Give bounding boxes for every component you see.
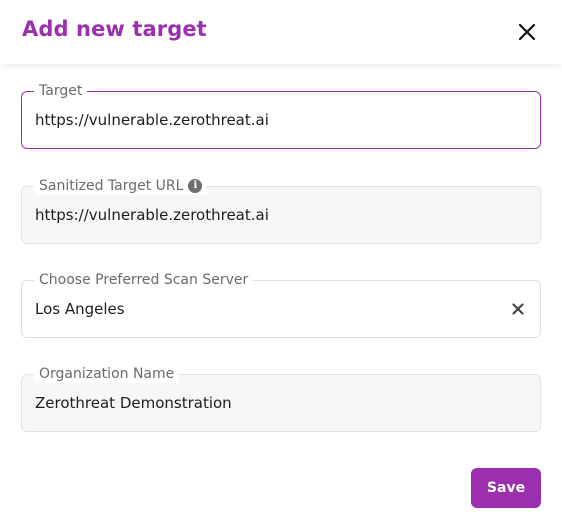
dialog-title: Add new target <box>22 17 207 41</box>
target-input[interactable]: https://vulnerable.zerothreat.ai <box>35 111 269 129</box>
clear-server-button[interactable] <box>510 301 526 317</box>
sanitized-url-field: Sanitized Target URL i https://vulnerabl… <box>21 177 541 244</box>
save-button[interactable]: Save <box>471 468 541 508</box>
scan-server-label: Choose Preferred Scan Server <box>34 271 254 289</box>
sanitized-url-value: https://vulnerable.zerothreat.ai <box>35 206 269 224</box>
info-icon[interactable]: i <box>188 179 203 193</box>
scan-server-select[interactable]: Choose Preferred Scan Server Los Angeles <box>21 271 541 338</box>
organization-value: Zerothreat Demonstration <box>35 394 232 412</box>
target-field[interactable]: Target https://vulnerable.zerothreat.ai <box>21 82 541 149</box>
close-button[interactable] <box>514 19 540 45</box>
clear-icon <box>512 303 524 315</box>
add-target-dialog: Add new target Target https://vulnerable… <box>0 0 562 532</box>
close-icon <box>518 23 536 41</box>
target-label: Target <box>34 82 88 100</box>
dialog-header: Add new target <box>0 0 562 64</box>
organization-label: Organization Name <box>34 365 180 383</box>
organization-field: Organization Name Zerothreat Demonstrati… <box>21 365 541 432</box>
scan-server-value: Los Angeles <box>35 300 125 318</box>
sanitized-url-label: Sanitized Target URL i <box>34 177 208 195</box>
